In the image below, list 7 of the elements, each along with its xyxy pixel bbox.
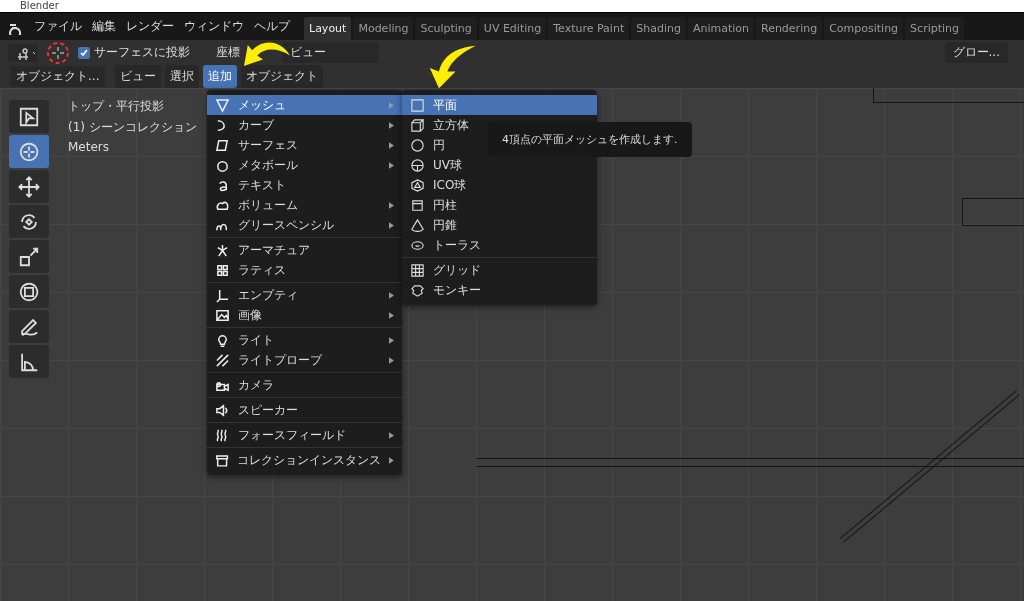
viewport-info: (1) シーンコレクション <box>68 119 197 136</box>
checkbox-label: サーフェスに投影 <box>94 44 190 61</box>
window-title: Blender <box>20 0 59 11</box>
viewport-info: Meters <box>68 140 110 154</box>
tooltip: 4頂点の平面メッシュを作成します. <box>488 122 692 157</box>
orientation-label: 座標 <box>216 44 240 61</box>
viewport-info: トップ・平行投影 <box>68 98 165 115</box>
